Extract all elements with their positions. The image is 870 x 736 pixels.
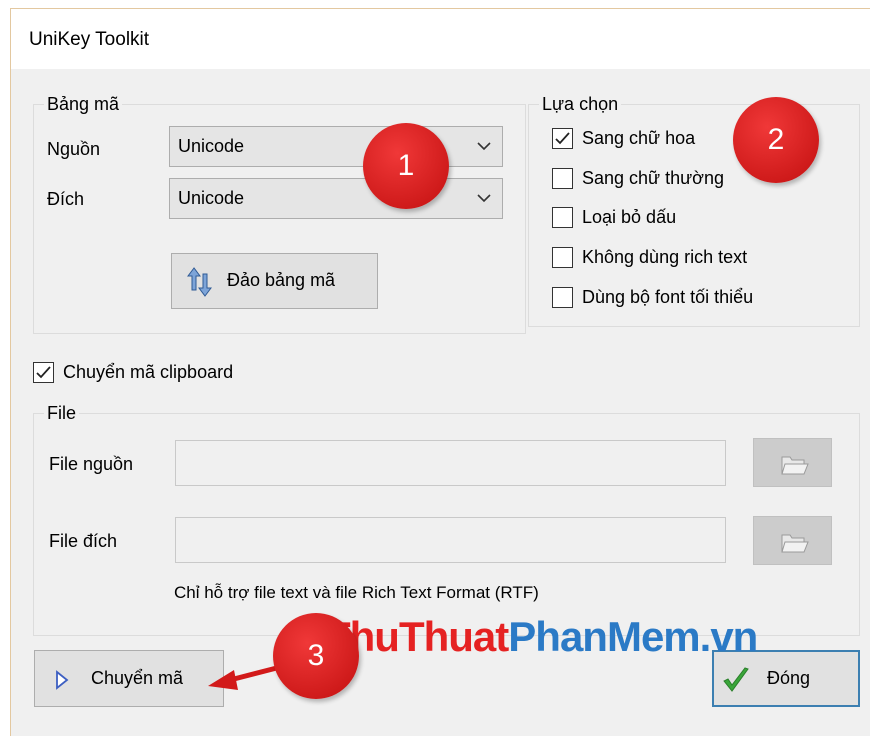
annotation-badge-3: 3 <box>273 613 359 699</box>
clipboard-checkbox[interactable]: Chuyển mã clipboard <box>33 360 273 386</box>
option-uppercase-label: Sang chữ hoa <box>582 128 696 148</box>
file-source-browse-button[interactable] <box>753 438 832 487</box>
option-no-rich-text-label: Không dùng rich text <box>582 247 748 267</box>
convert-button[interactable]: Chuyển mã <box>34 650 224 707</box>
source-encoding-value: Unicode <box>178 136 245 156</box>
file-dest-browse-button[interactable] <box>753 516 832 565</box>
folder-open-icon <box>781 456 809 475</box>
title-bar: UniKey Toolkit <box>11 9 870 69</box>
checkmark-icon <box>555 132 570 145</box>
watermark-part-3: .vn <box>699 613 759 660</box>
close-label: Đóng <box>767 668 811 688</box>
option-no-rich-text-checkbox[interactable]: Không dùng rich text <box>552 245 792 271</box>
file-dest-input[interactable] <box>175 517 726 563</box>
swap-encoding-button[interactable]: Đảo bảng mã <box>171 253 378 309</box>
green-check-icon <box>723 667 749 692</box>
file-group-legend: File <box>44 402 80 424</box>
option-lowercase-checkbox[interactable]: Sang chữ thường <box>552 166 772 192</box>
chevron-down-icon <box>477 142 491 151</box>
checkbox-box <box>33 362 54 383</box>
watermark-logo: ThuThuatPhanMem.vn <box>325 613 759 661</box>
annotation-badge-2: 2 <box>733 97 819 183</box>
checkbox-box <box>552 247 573 268</box>
chevron-down-icon <box>477 194 491 203</box>
option-min-font-label: Dùng bộ font tối thiểu <box>582 287 754 307</box>
window-title: UniKey Toolkit <box>29 29 150 50</box>
checkmark-icon <box>36 366 51 379</box>
clipboard-label: Chuyển mã clipboard <box>63 362 234 382</box>
play-triangle-icon <box>56 670 69 690</box>
option-lowercase-label: Sang chữ thường <box>582 168 724 188</box>
swap-encoding-label: Đảo bảng mã <box>227 270 336 290</box>
convert-label: Chuyển mã <box>91 668 184 688</box>
checkbox-box <box>552 287 573 308</box>
dest-encoding-select[interactable]: Unicode <box>169 178 503 219</box>
watermark-part-2: PhanMem <box>508 613 700 660</box>
file-dest-label: File đích <box>49 531 118 551</box>
option-min-font-checkbox[interactable]: Dùng bộ font tối thiểu <box>552 285 802 311</box>
dest-encoding-label: Đích <box>47 189 85 209</box>
annotation-badge-1: 1 <box>363 123 449 209</box>
folder-open-icon <box>781 534 809 553</box>
dest-encoding-value: Unicode <box>178 188 245 208</box>
option-remove-accents-checkbox[interactable]: Loại bỏ dấu <box>552 205 772 231</box>
options-group-legend: Lựa chọn <box>539 93 622 115</box>
checkbox-box <box>552 128 573 149</box>
encoding-group-legend: Bảng mã <box>44 93 123 115</box>
option-remove-accents-label: Loại bỏ dấu <box>582 207 677 227</box>
checkbox-box <box>552 168 573 189</box>
source-encoding-select[interactable]: Unicode <box>169 126 503 167</box>
file-source-label: File nguồn <box>49 454 134 474</box>
file-source-input[interactable] <box>175 440 726 486</box>
file-support-note: Chỉ hỗ trợ file text và file Rich Text F… <box>174 583 539 602</box>
checkbox-box <box>552 207 573 228</box>
source-encoding-label: Nguồn <box>47 139 101 159</box>
swap-arrows-icon <box>187 267 212 297</box>
